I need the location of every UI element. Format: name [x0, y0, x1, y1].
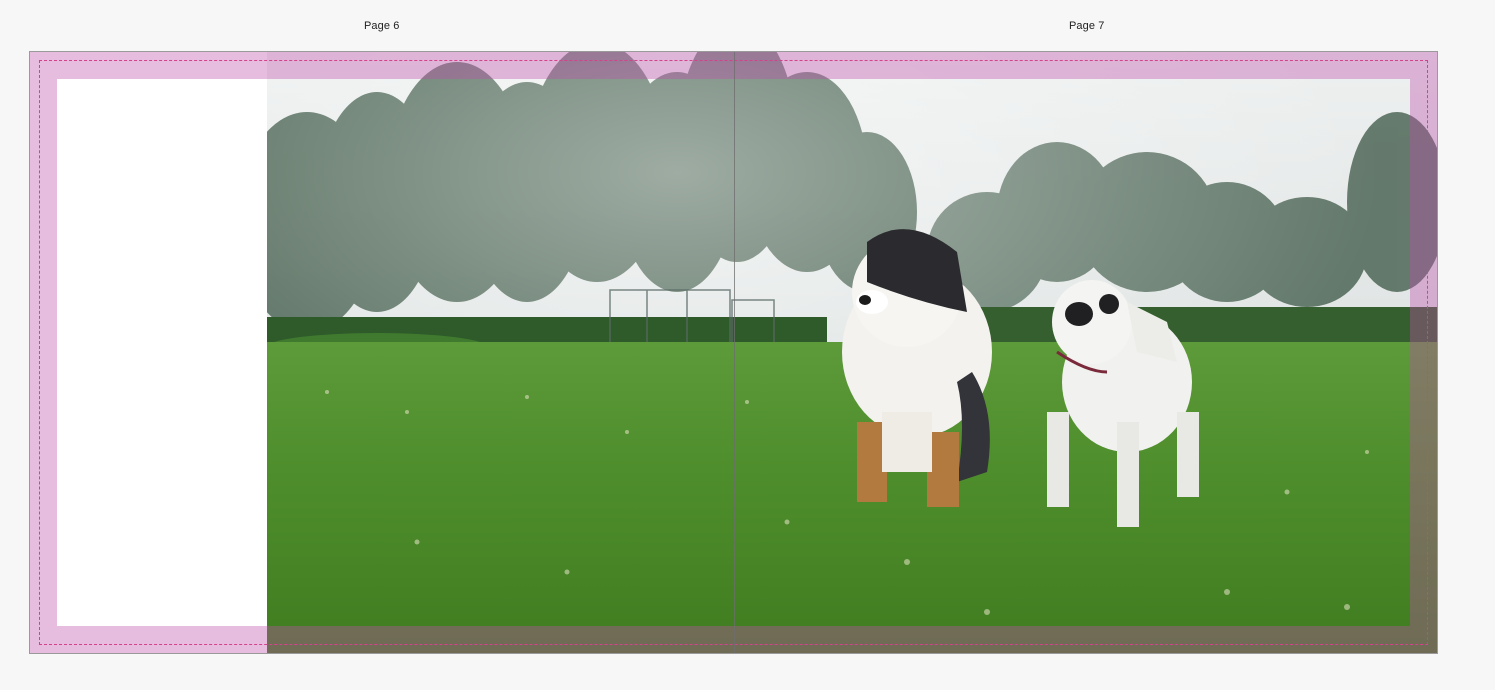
page-label-6: Page 6: [364, 20, 400, 32]
page-spread[interactable]: [29, 51, 1438, 654]
page-label-7: Page 7: [1069, 20, 1105, 32]
dogs-photo[interactable]: [267, 52, 1438, 654]
